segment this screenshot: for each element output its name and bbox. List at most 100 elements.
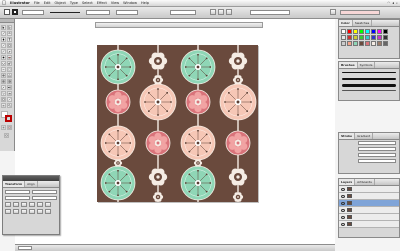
distribute-button[interactable] (5, 209, 11, 214)
rectangle-tool-icon[interactable] (7, 43, 12, 48)
align-button[interactable] (37, 202, 43, 207)
blend-tool-icon[interactable] (7, 85, 12, 90)
blob-brush-tool-icon[interactable] (1, 55, 6, 60)
menu-file[interactable]: File (32, 0, 42, 6)
rotate-tool-icon[interactable] (1, 61, 6, 66)
opacity-field[interactable] (170, 10, 196, 15)
perspective-grid-tool-icon[interactable] (7, 73, 12, 78)
visibility-eye-icon[interactable] (341, 223, 345, 226)
hand-tool-icon[interactable] (1, 103, 6, 108)
visibility-eye-icon[interactable] (341, 216, 345, 219)
pencil-tool-icon[interactable] (7, 49, 12, 54)
line-tool-icon[interactable] (1, 43, 6, 48)
brush-definition-field[interactable] (86, 10, 110, 15)
color-swatch[interactable] (353, 29, 358, 34)
color-swatch[interactable] (359, 29, 364, 34)
tab-layers[interactable]: Layers (339, 179, 355, 185)
color-swatch[interactable] (383, 29, 388, 34)
brush-preset[interactable] (342, 89, 396, 93)
menu-edit[interactable]: Edit (42, 0, 53, 6)
transform-field[interactable] (250, 10, 290, 15)
stroke-weight-field[interactable] (22, 10, 44, 15)
free-transform-tool-icon[interactable] (7, 67, 12, 72)
align-center-button[interactable] (218, 9, 224, 15)
align-button[interactable] (29, 202, 35, 207)
zoom-tool-icon[interactable] (7, 103, 12, 108)
tab-stroke[interactable]: Stroke (339, 133, 355, 139)
color-swatch[interactable] (365, 41, 370, 46)
lasso-tool-icon[interactable] (7, 31, 12, 36)
layer-row[interactable] (339, 221, 399, 228)
stroke-align-input[interactable] (358, 159, 396, 163)
distribute-button[interactable] (21, 209, 27, 214)
color-swatch[interactable] (341, 35, 346, 40)
document-tab[interactable] (95, 22, 263, 28)
transform-h-input[interactable] (32, 196, 57, 200)
color-mode-icon[interactable] (1, 125, 6, 130)
stroke-weight-input[interactable] (358, 141, 396, 145)
zoom-level-field[interactable] (18, 246, 32, 250)
color-swatch[interactable] (371, 29, 376, 34)
tab-swatches[interactable]: Swatches (353, 20, 372, 26)
menu-app[interactable]: Illustrator (8, 0, 32, 6)
tools-panel-grip[interactable] (0, 19, 14, 23)
tab-brushes[interactable]: Brushes (339, 62, 358, 68)
layer-row[interactable] (339, 186, 399, 193)
tab-transform[interactable]: Transform (3, 181, 25, 187)
shape-builder-tool-icon[interactable] (1, 73, 6, 78)
color-swatch[interactable] (341, 41, 346, 46)
search-help-field[interactable] (340, 10, 380, 15)
paintbrush-tool-icon[interactable] (1, 49, 6, 54)
visibility-eye-icon[interactable] (341, 188, 345, 191)
brush-preset[interactable] (342, 77, 396, 81)
color-swatch[interactable] (371, 41, 376, 46)
menu-type[interactable]: Type (68, 0, 80, 6)
menu-object[interactable]: Object (52, 0, 67, 6)
menu-window[interactable]: Window (121, 0, 139, 6)
stroke-corner-input[interactable] (358, 153, 396, 157)
visibility-eye-icon[interactable] (341, 209, 345, 212)
color-swatch[interactable] (377, 41, 382, 46)
tab-symbols[interactable]: Symbols (358, 62, 376, 68)
type-tool-icon[interactable] (7, 37, 12, 42)
column-graph-tool-icon[interactable] (7, 91, 12, 96)
color-swatch[interactable] (359, 41, 364, 46)
stroke-profile-preview[interactable] (50, 12, 80, 13)
artboard-tool-icon[interactable] (1, 97, 6, 102)
color-swatch[interactable] (353, 35, 358, 40)
none-mode-icon[interactable] (7, 125, 12, 130)
symbol-sprayer-tool-icon[interactable] (1, 91, 6, 96)
magic-wand-tool-icon[interactable] (1, 31, 6, 36)
color-swatch[interactable] (347, 41, 352, 46)
wifi-icon[interactable]: ◠ (387, 0, 390, 6)
align-button[interactable] (13, 202, 19, 207)
color-swatch[interactable] (371, 35, 376, 40)
spotlight-icon[interactable]: ⌕ (396, 0, 398, 6)
distribute-button[interactable] (13, 209, 19, 214)
distribute-button[interactable] (37, 209, 43, 214)
direct-selection-tool-icon[interactable] (7, 25, 12, 30)
layer-row[interactable] (339, 214, 399, 221)
align-button[interactable] (5, 202, 11, 207)
brush-preset[interactable] (342, 83, 396, 87)
tab-gradient[interactable]: Gradient (355, 133, 373, 139)
volume-icon[interactable]: ◂ (392, 0, 394, 6)
color-swatch[interactable] (365, 35, 370, 40)
stroke-color-swatch[interactable] (12, 9, 18, 15)
tab-color[interactable]: Color (339, 20, 353, 26)
color-swatch[interactable] (359, 35, 364, 40)
tab-artboards[interactable]: Artboards (355, 179, 375, 185)
layer-row[interactable] (339, 193, 399, 200)
width-tool-icon[interactable] (1, 67, 6, 72)
color-swatch[interactable] (377, 35, 382, 40)
color-swatch[interactable] (377, 29, 382, 34)
color-swatch[interactable] (353, 41, 358, 46)
stroke-cap-input[interactable] (358, 147, 396, 151)
scale-tool-icon[interactable] (7, 61, 12, 66)
transform-w-input[interactable] (5, 196, 30, 200)
slice-tool-icon[interactable] (7, 97, 12, 102)
visibility-eye-icon[interactable] (341, 195, 345, 198)
visibility-eye-icon[interactable] (341, 202, 345, 205)
align-button[interactable] (21, 202, 27, 207)
layer-row-selected[interactable] (339, 200, 399, 207)
